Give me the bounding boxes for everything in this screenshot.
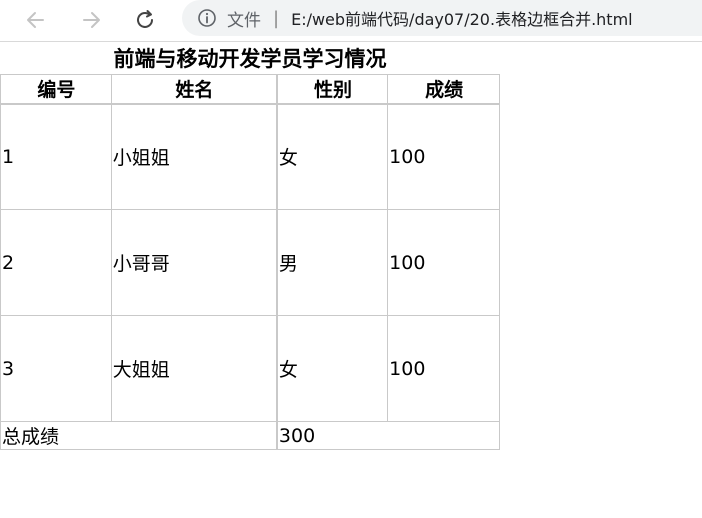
cell-name: 大姐姐 [110,315,278,422]
scheme-label: 文件 [227,10,261,31]
arrow-left-icon [27,12,44,28]
browser-toolbar: 文件 | E:/web前端代码/day07/20.表格边框合并.html [0,0,702,42]
table-header-row: 编号 姓名 性别 成绩 [0,74,500,105]
forward-button[interactable] [77,6,105,34]
reload-icon [137,10,153,28]
cell-gender: 女 [275,103,389,210]
arrow-right-icon [83,12,100,28]
cell-score: 100 [387,315,500,422]
header-cell-id: 编号 [0,74,112,105]
address-bar[interactable]: 文件 | E:/web前端代码/day07/20.表格边框合并.html [182,0,702,36]
back-button[interactable] [22,6,50,34]
address-separator: | [273,7,280,29]
cell-id: 1 [0,103,112,210]
cell-gender: 男 [275,209,389,316]
cell-name: 小姐姐 [110,103,278,210]
url-text[interactable]: E:/web前端代码/day07/20.表格边框合并.html [291,6,633,30]
table-row: 1 小姐姐 女 100 [0,103,500,210]
header-cell-name: 姓名 [110,74,278,105]
total-label-cell: 总成绩 [0,421,278,450]
cell-gender: 女 [275,315,389,422]
header-cell-score: 成绩 [387,74,500,105]
cell-score: 100 [387,103,500,210]
cell-id: 2 [0,209,112,316]
reload-button[interactable] [131,6,159,34]
cell-score: 100 [387,209,500,316]
page-content: 前端与移动开发学员学习情况 编号 姓名 性别 成绩 1 小姐姐 女 100 2 [0,43,500,450]
table-row: 2 小哥哥 男 100 [0,209,500,316]
info-circle-icon[interactable] [197,8,217,28]
total-row: 总成绩 300 [0,421,500,450]
table-caption: 前端与移动开发学员学习情况 [113,47,387,71]
table-row: 3 大姐姐 女 100 [0,315,500,422]
total-value-cell: 300 [275,421,500,450]
cell-id: 3 [0,315,112,422]
grades-table: 前端与移动开发学员学习情况 编号 姓名 性别 成绩 1 小姐姐 女 100 2 [0,43,500,450]
header-cell-gender: 性别 [275,74,389,105]
cell-name: 小哥哥 [110,209,278,316]
